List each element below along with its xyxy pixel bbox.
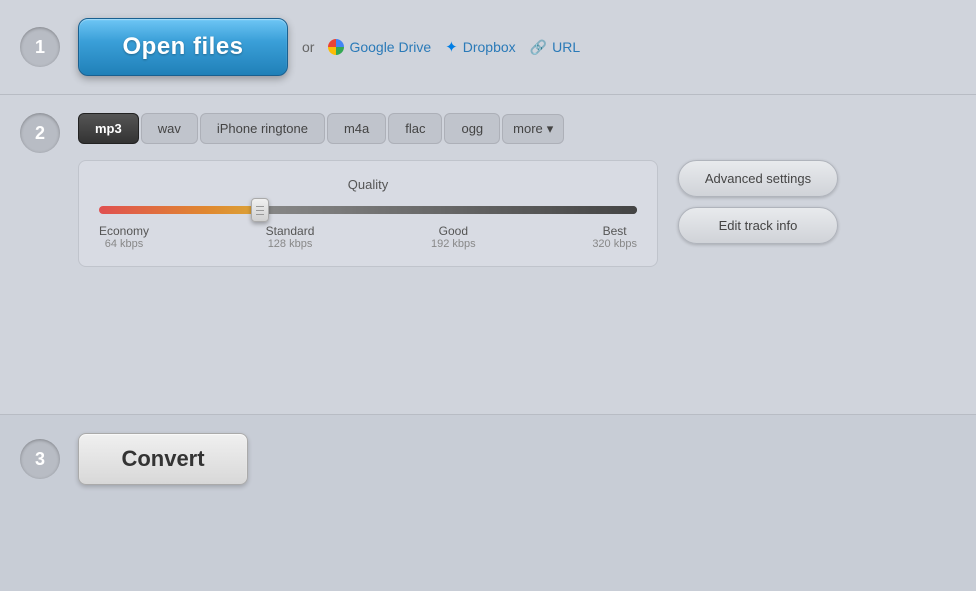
url-label: URL — [552, 39, 580, 55]
tab-mp3[interactable]: mp3 — [78, 113, 139, 144]
google-drive-icon — [328, 39, 344, 55]
quality-markers: Economy 64 kbps Standard 128 kbps Good 1… — [99, 224, 637, 250]
step-number-3: 3 — [20, 439, 60, 479]
slider-container — [99, 206, 637, 214]
format-tabs: mp3 wav iPhone ringtone m4a flac ogg mor… — [78, 113, 956, 144]
marker-economy: Economy 64 kbps — [99, 224, 149, 250]
quality-row: Quality — [78, 160, 956, 267]
step-number-2: 2 — [20, 113, 60, 153]
open-files-button[interactable]: Open files — [78, 18, 288, 76]
thumb-lines — [256, 206, 264, 215]
marker-best-kbps: 320 kbps — [592, 238, 637, 250]
dropbox-icon: ✦ — [445, 38, 458, 56]
right-buttons: Advanced settings Edit track info — [678, 160, 838, 244]
marker-standard-kbps: 128 kbps — [266, 238, 315, 250]
thumb-line-2 — [256, 210, 264, 211]
thumb-line-1 — [256, 206, 264, 207]
dropbox-label: Dropbox — [463, 39, 516, 55]
cloud-links: Google Drive ✦ Dropbox 🔗 URL — [328, 38, 580, 56]
tab-ogg[interactable]: ogg — [444, 113, 500, 144]
marker-good: Good 192 kbps — [431, 224, 476, 250]
marker-good-name: Good — [431, 224, 476, 238]
tab-flac[interactable]: flac — [388, 113, 442, 144]
url-link[interactable]: 🔗 URL — [530, 39, 580, 56]
more-formats-button[interactable]: more ▾ — [502, 114, 564, 144]
tab-iphone-ringtone[interactable]: iPhone ringtone — [200, 113, 325, 144]
marker-standard: Standard 128 kbps — [266, 224, 315, 250]
marker-good-kbps: 192 kbps — [431, 238, 476, 250]
step-number-1: 1 — [20, 27, 60, 67]
section-1: 1 Open files or Google Drive ✦ Dropbox 🔗… — [0, 0, 976, 95]
google-drive-link[interactable]: Google Drive — [328, 39, 431, 55]
section-2-row: 2 mp3 wav iPhone ringtone m4a flac ogg m… — [20, 113, 956, 267]
or-text: or — [302, 39, 314, 55]
section-2: 2 mp3 wav iPhone ringtone m4a flac ogg m… — [0, 95, 976, 415]
tab-m4a[interactable]: m4a — [327, 113, 386, 144]
quality-title: Quality — [99, 177, 637, 192]
slider-track-gray — [260, 206, 637, 214]
marker-standard-name: Standard — [266, 224, 315, 238]
marker-best-name: Best — [592, 224, 637, 238]
section-2-content: mp3 wav iPhone ringtone m4a flac ogg mor… — [78, 113, 956, 267]
dropbox-link[interactable]: ✦ Dropbox — [445, 38, 516, 56]
section-3: 3 Convert — [0, 415, 976, 503]
thumb-line-3 — [256, 214, 264, 215]
link-icon: 🔗 — [530, 39, 547, 56]
google-drive-label: Google Drive — [349, 39, 431, 55]
more-label: more — [513, 121, 543, 136]
convert-button[interactable]: Convert — [78, 433, 248, 485]
marker-best: Best 320 kbps — [592, 224, 637, 250]
slider-track — [99, 206, 637, 214]
quality-panel: Quality — [78, 160, 658, 267]
quality-slider-thumb[interactable] — [251, 198, 269, 222]
advanced-settings-button[interactable]: Advanced settings — [678, 160, 838, 197]
tab-wav[interactable]: wav — [141, 113, 198, 144]
chevron-down-icon: ▾ — [547, 121, 554, 137]
marker-economy-name: Economy — [99, 224, 149, 238]
edit-track-info-button[interactable]: Edit track info — [678, 207, 838, 244]
marker-economy-kbps: 64 kbps — [99, 238, 149, 250]
